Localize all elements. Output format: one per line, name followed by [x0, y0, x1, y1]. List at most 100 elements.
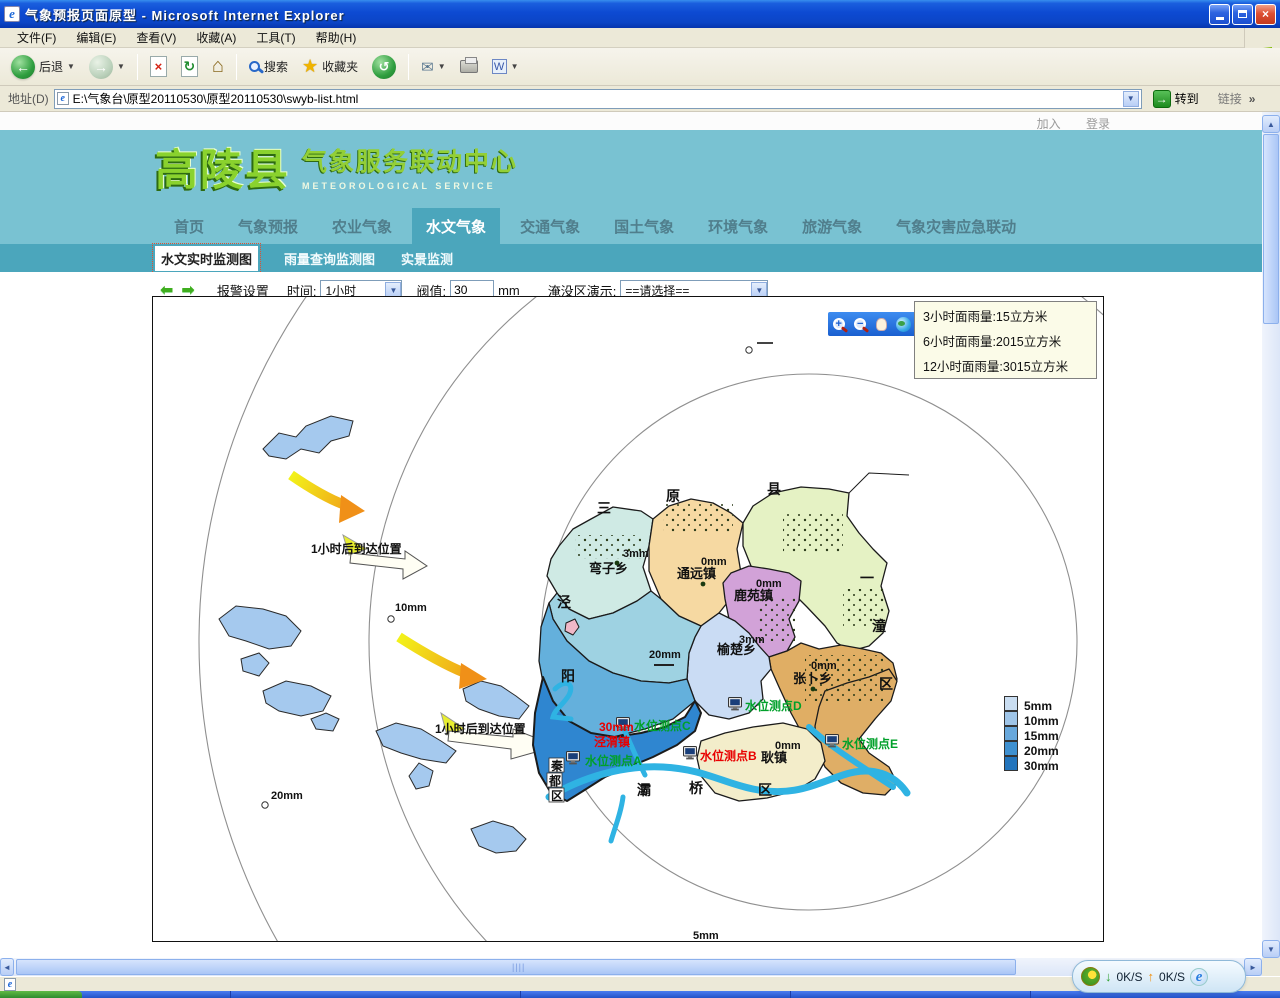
home-button[interactable]: ⌂ — [207, 53, 229, 80]
back-button[interactable]: ← 后退▼ — [6, 53, 80, 81]
vertical-scrollbar[interactable]: ▲ ▼ — [1262, 112, 1280, 958]
jingwei-rain-label: 30mm — [599, 720, 634, 734]
maximize-button[interactable] — [1232, 4, 1253, 25]
main-nav: 首页 气象预报 农业气象 水文气象 交通气象 国土气象 环境气象 旅游气象 气象… — [0, 208, 1262, 244]
links-label[interactable]: 链接 — [1218, 90, 1242, 107]
legend-swatch — [1004, 726, 1018, 741]
scroll-right-button[interactable]: ► — [1244, 958, 1262, 976]
address-dropdown-button[interactable]: ▼ — [1123, 91, 1139, 107]
start-button[interactable] — [0, 991, 82, 998]
map-pan-hand-icon[interactable] — [876, 318, 887, 331]
forward-button[interactable]: →▼ — [84, 53, 130, 81]
horizontal-scroll-thumb[interactable]: |||| — [16, 959, 1016, 975]
svg-text:泾: 泾 — [557, 594, 571, 610]
nav-environment[interactable]: 环境气象 — [694, 208, 782, 244]
nav-agriculture[interactable]: 农业气象 — [318, 208, 406, 244]
menu-view[interactable]: 查看(V) — [127, 27, 185, 48]
search-button[interactable]: 搜索 — [244, 56, 293, 77]
mail-button[interactable]: ✉▼ — [416, 56, 451, 78]
status-page-icon: e — [4, 978, 16, 991]
nav-tourism[interactable]: 旅游气象 — [788, 208, 876, 244]
svg-text:区: 区 — [879, 676, 893, 692]
rainfall-info-panel: 3小时面雨量:15立方米 6小时面雨量:2015立方米 12小时面雨量:3015… — [914, 301, 1097, 379]
map-canvas[interactable]: 1小时后到达位置 1小时后到达位置 10mm 20mm — [153, 297, 1103, 941]
subnav-live-view[interactable]: 实景监测 — [401, 249, 453, 268]
rainfall-12h: 12小时面雨量:3015立方米 — [923, 355, 1096, 380]
favorites-button[interactable]: ★收藏夹 — [297, 54, 363, 79]
station-e-label[interactable]: 水位测点E — [842, 736, 898, 751]
arrival-label-2: 1小时后到达位置 — [435, 721, 526, 736]
flood-contour-20mm: 20mm — [649, 649, 681, 661]
title-bar[interactable]: e 气象预报页面原型 - Microsoft Internet Explorer… — [0, 0, 1280, 28]
scroll-up-button[interactable]: ▲ — [1262, 115, 1280, 133]
svg-text:潼: 潼 — [872, 618, 886, 634]
rain-point-20mm: 20mm — [271, 790, 303, 802]
refresh-button[interactable]: ↻ — [176, 54, 203, 79]
stop-button[interactable]: × — [145, 54, 172, 79]
refresh-icon: ↻ — [181, 56, 198, 77]
nav-home[interactable]: 首页 — [160, 208, 218, 244]
station-d-label[interactable]: 水位测点D — [745, 698, 802, 713]
sub-nav: 水文实时监测图 雨量查询监测图 实景监测 — [0, 244, 1262, 272]
ie-browser-icon[interactable]: e — [1190, 968, 1208, 986]
svg-text:桥: 桥 — [689, 780, 704, 796]
nav-land[interactable]: 国土气象 — [600, 208, 688, 244]
svg-text:弯子乡: 弯子乡 — [589, 561, 628, 576]
menu-help[interactable]: 帮助(H) — [307, 27, 366, 48]
map-toolbar: + − — [828, 312, 916, 336]
menu-tools[interactable]: 工具(T) — [247, 27, 304, 48]
links-chevron-icon[interactable]: » — [1249, 92, 1256, 106]
join-link[interactable]: 加入 — [1037, 117, 1061, 131]
nav-traffic[interactable]: 交通气象 — [506, 208, 594, 244]
forward-dropdown-icon[interactable]: ▼ — [117, 62, 125, 71]
go-button[interactable]: → 转到 — [1147, 89, 1205, 109]
nav-weather-forecast[interactable]: 气象预报 — [224, 208, 312, 244]
menu-edit[interactable]: 编辑(E) — [67, 27, 125, 48]
favorites-star-icon: ★ — [302, 56, 318, 77]
address-input[interactable]: e E:\气象台\原型20110530\原型20110530\swyb-list… — [54, 89, 1142, 109]
jingwei-name-label: 泾渭镇 — [594, 734, 630, 749]
station-b-icon[interactable] — [684, 747, 697, 760]
map-zoom-in-icon[interactable]: + — [833, 318, 845, 330]
address-url[interactable]: E:\气象台\原型20110530\原型20110530\swyb-list.h… — [73, 90, 1119, 107]
page-content: 加入 登录 高陵县 气象服务联动中心 METEOROLOGICAL SERVIC… — [0, 112, 1262, 958]
site-header: 高陵县 气象服务联动中心 METEOROLOGICAL SERVICE 首页 气… — [0, 130, 1262, 244]
map-globe-icon[interactable] — [896, 317, 911, 332]
close-button[interactable]: × — [1255, 4, 1276, 25]
site-logo: 高陵县 气象服务联动中心 METEOROLOGICAL SERVICE — [155, 136, 518, 198]
legend-swatch — [1004, 711, 1018, 726]
menu-file[interactable]: 文件(F) — [8, 27, 65, 48]
arrival-label-1: 1小时后到达位置 — [311, 541, 402, 556]
toolbar-separator — [408, 54, 409, 80]
minimize-button[interactable] — [1209, 4, 1230, 25]
history-button[interactable]: ↺ — [367, 53, 401, 81]
scroll-down-button[interactable]: ▼ — [1262, 940, 1280, 958]
svg-text:阳: 阳 — [561, 668, 575, 684]
search-icon — [249, 61, 260, 72]
login-link[interactable]: 登录 — [1086, 117, 1110, 131]
edit-dropdown-icon[interactable]: ▼ — [511, 62, 519, 71]
station-b-label[interactable]: 水位测点B — [700, 748, 757, 763]
print-button[interactable] — [455, 58, 483, 75]
scroll-left-button[interactable]: ◄ — [0, 958, 14, 976]
network-speed-widget[interactable]: ↓ 0K/S ↑ 0K/S e — [1072, 960, 1246, 993]
menu-favorites[interactable]: 收藏(A) — [187, 27, 245, 48]
vertical-scroll-thumb[interactable] — [1263, 134, 1279, 324]
center-marker — [746, 343, 773, 353]
station-a-label[interactable]: 水位测点A — [585, 753, 642, 768]
nav-hydrology[interactable]: 水文气象 — [412, 208, 500, 244]
window-title: 气象预报页面原型 - Microsoft Internet Explorer — [25, 5, 345, 24]
map-zoom-out-icon[interactable]: − — [854, 318, 866, 330]
svg-text:区: 区 — [551, 789, 563, 803]
security-suite-icon[interactable] — [1081, 967, 1100, 986]
nav-disaster-emergency[interactable]: 气象灾害应急联动 — [882, 208, 1030, 244]
rainfall-legend: 5mm 10mm 15mm 20mm 30mm — [1004, 696, 1074, 771]
subnav-realtime-monitor[interactable]: 水文实时监测图 — [155, 246, 258, 271]
subnav-rain-query[interactable]: 雨量查询监测图 — [284, 249, 375, 268]
back-dropdown-icon[interactable]: ▼ — [67, 62, 75, 71]
svg-text:区: 区 — [758, 782, 772, 798]
mail-dropdown-icon[interactable]: ▼ — [438, 62, 446, 71]
station-c-label[interactable]: 水位测点C — [634, 718, 691, 733]
edit-button[interactable]: W▼ — [487, 57, 524, 76]
hydrology-map[interactable]: 1小时后到达位置 1小时后到达位置 10mm 20mm — [152, 296, 1104, 942]
